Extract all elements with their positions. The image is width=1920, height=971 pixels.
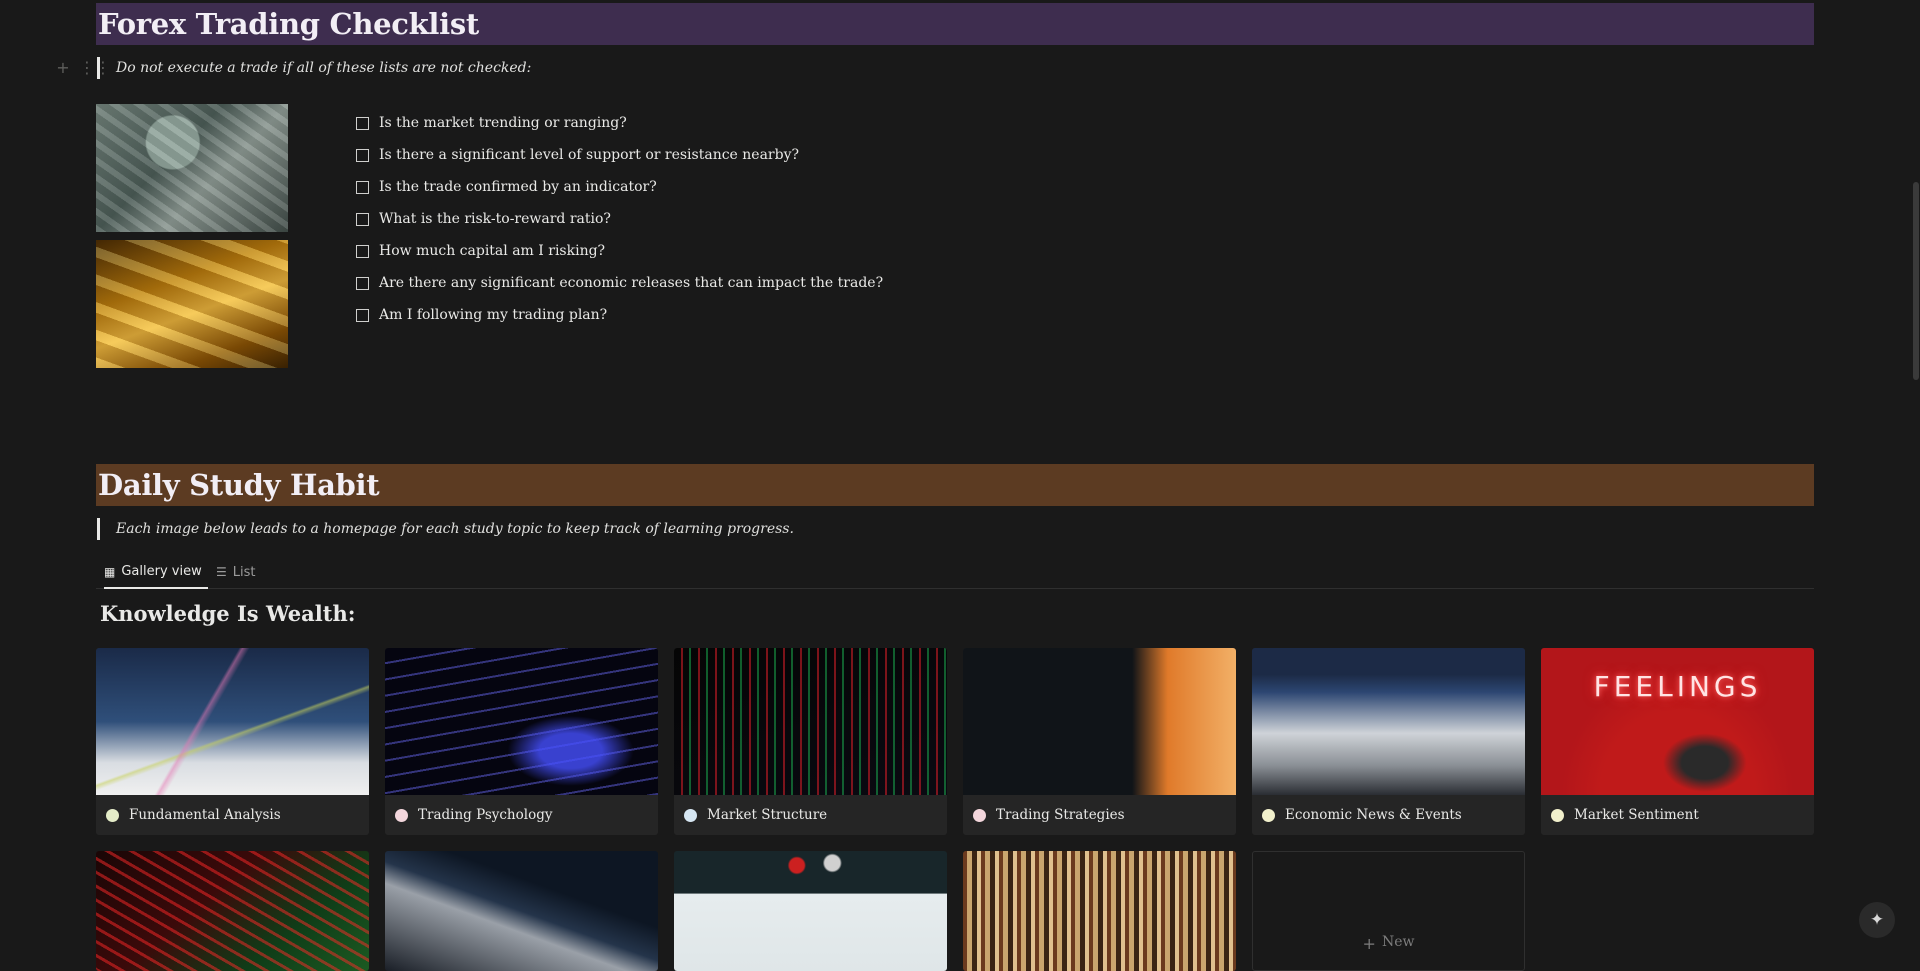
card-cover-image <box>674 648 947 795</box>
gallery-grid-icon: ▦ <box>104 564 116 579</box>
checklist-item[interactable]: How much capital am I risking? <box>356 235 883 267</box>
checkbox[interactable] <box>356 148 369 162</box>
card-footer: Trading Strategies <box>963 795 1236 835</box>
page-dot-icon <box>1262 808 1275 822</box>
checklist-title: Forex Trading Checklist <box>98 7 479 41</box>
checklist-item[interactable]: Is there a significant level of support … <box>356 139 883 171</box>
study-heading-band: Daily Study Habit <box>96 464 1814 506</box>
card-cover-image <box>963 648 1236 795</box>
list-icon: ☰ <box>216 565 227 579</box>
gallery-card-trading-psychology[interactable]: Trading Psychology <box>385 648 658 835</box>
gold-bars-image <box>96 240 288 368</box>
gallery-card[interactable] <box>674 851 947 971</box>
card-cover-image <box>963 851 1236 971</box>
card-footer: Fundamental Analysis <box>96 795 369 835</box>
plus-icon: + <box>1362 934 1376 953</box>
card-title: Market Sentiment <box>1574 807 1699 823</box>
checklist-heading-band: Forex Trading Checklist <box>96 3 1814 45</box>
gallery-title: Knowledge Is Wealth: <box>100 601 356 626</box>
checklist-item-label: Is the market trending or ranging? <box>379 115 627 131</box>
card-title: Trading Strategies <box>996 807 1125 823</box>
card-footer: Trading Psychology <box>385 795 658 835</box>
card-title: Economic News & Events <box>1285 807 1462 823</box>
checkbox[interactable] <box>356 244 369 258</box>
tab-list[interactable]: ☰ List <box>216 556 256 588</box>
card-title: Fundamental Analysis <box>129 807 281 823</box>
gallery-card[interactable] <box>96 851 369 971</box>
card-footer: Market Structure <box>674 795 947 835</box>
ai-assistant-button[interactable]: ✦ <box>1859 902 1895 938</box>
tab-label: Gallery view <box>121 564 202 579</box>
checklist-item-label: Are there any significant economic relea… <box>379 275 884 291</box>
money-image <box>96 104 288 232</box>
checklist-item[interactable]: Are there any significant economic relea… <box>356 267 883 299</box>
checklist-item-label: Is the trade confirmed by an indicator? <box>379 179 657 195</box>
checklist-item[interactable]: Is the market trending or ranging? <box>356 107 883 139</box>
page-dot-icon <box>973 808 986 822</box>
add-block-icon[interactable]: + <box>56 58 70 77</box>
card-cover-image <box>385 648 658 795</box>
page-dot-icon <box>1551 808 1564 822</box>
checkbox[interactable] <box>356 180 369 194</box>
checklist-item-label: Is there a significant level of support … <box>379 147 799 163</box>
card-title: Market Structure <box>707 807 828 823</box>
checkbox[interactable] <box>356 212 369 226</box>
drag-handle-icon[interactable]: ⋮⋮ <box>79 58 111 77</box>
checklist-item-label: How much capital am I risking? <box>379 243 606 259</box>
checklist: Is the market trending or ranging? Is th… <box>356 107 883 331</box>
card-footer: Market Sentiment <box>1541 795 1814 835</box>
gallery-card[interactable] <box>963 851 1236 971</box>
card-title: Trading Psychology <box>418 807 553 823</box>
gallery-card-market-structure[interactable]: Market Structure <box>674 648 947 835</box>
gallery-card[interactable] <box>385 851 658 971</box>
new-card-button[interactable]: + New <box>1252 851 1525 971</box>
checklist-item[interactable]: Is the trade confirmed by an indicator? <box>356 171 883 203</box>
tab-gallery-view[interactable]: ▦ Gallery view <box>104 556 208 589</box>
card-cover-image <box>674 851 947 971</box>
gallery-card-economic-news[interactable]: Economic News & Events <box>1252 648 1525 835</box>
study-quote: Each image below leads to a homepage for… <box>97 518 794 540</box>
checklist-quote: Do not execute a trade if all of these l… <box>97 57 531 79</box>
scrollbar[interactable] <box>1912 0 1920 961</box>
card-cover-image <box>1252 648 1525 795</box>
page-dot-icon <box>684 808 697 822</box>
page-dot-icon <box>395 808 408 822</box>
card-cover-image <box>96 851 369 971</box>
page-dot-icon <box>106 808 119 822</box>
scrollbar-thumb[interactable] <box>1913 182 1919 380</box>
checkbox[interactable] <box>356 116 369 130</box>
neon-sign-text: FEELINGS <box>1593 670 1762 703</box>
checklist-item[interactable]: Am I following my trading plan? <box>356 299 883 331</box>
study-title: Daily Study Habit <box>98 468 380 502</box>
view-tabs: ▦ Gallery view ☰ List <box>96 556 1814 589</box>
card-footer: Economic News & Events <box>1252 795 1525 835</box>
gallery-card-trading-strategies[interactable]: Trading Strategies <box>963 648 1236 835</box>
sparkle-icon: ✦ <box>1869 910 1885 930</box>
card-cover-image <box>96 648 369 795</box>
checkbox[interactable] <box>356 308 369 322</box>
block-handles: + ⋮⋮ <box>56 58 111 77</box>
card-cover-image <box>385 851 658 971</box>
checklist-item[interactable]: What is the risk-to-reward ratio? <box>356 203 883 235</box>
checklist-item-label: What is the risk-to-reward ratio? <box>379 211 611 227</box>
gallery-card-market-sentiment[interactable]: FEELINGS Market Sentiment <box>1541 648 1814 835</box>
tab-label: List <box>232 564 256 580</box>
new-label: New <box>1381 934 1415 950</box>
card-cover-image: FEELINGS <box>1541 648 1814 795</box>
checklist-item-label: Am I following my trading plan? <box>379 307 608 323</box>
gallery-card-fundamental-analysis[interactable]: Fundamental Analysis <box>96 648 369 835</box>
checkbox[interactable] <box>356 276 369 290</box>
